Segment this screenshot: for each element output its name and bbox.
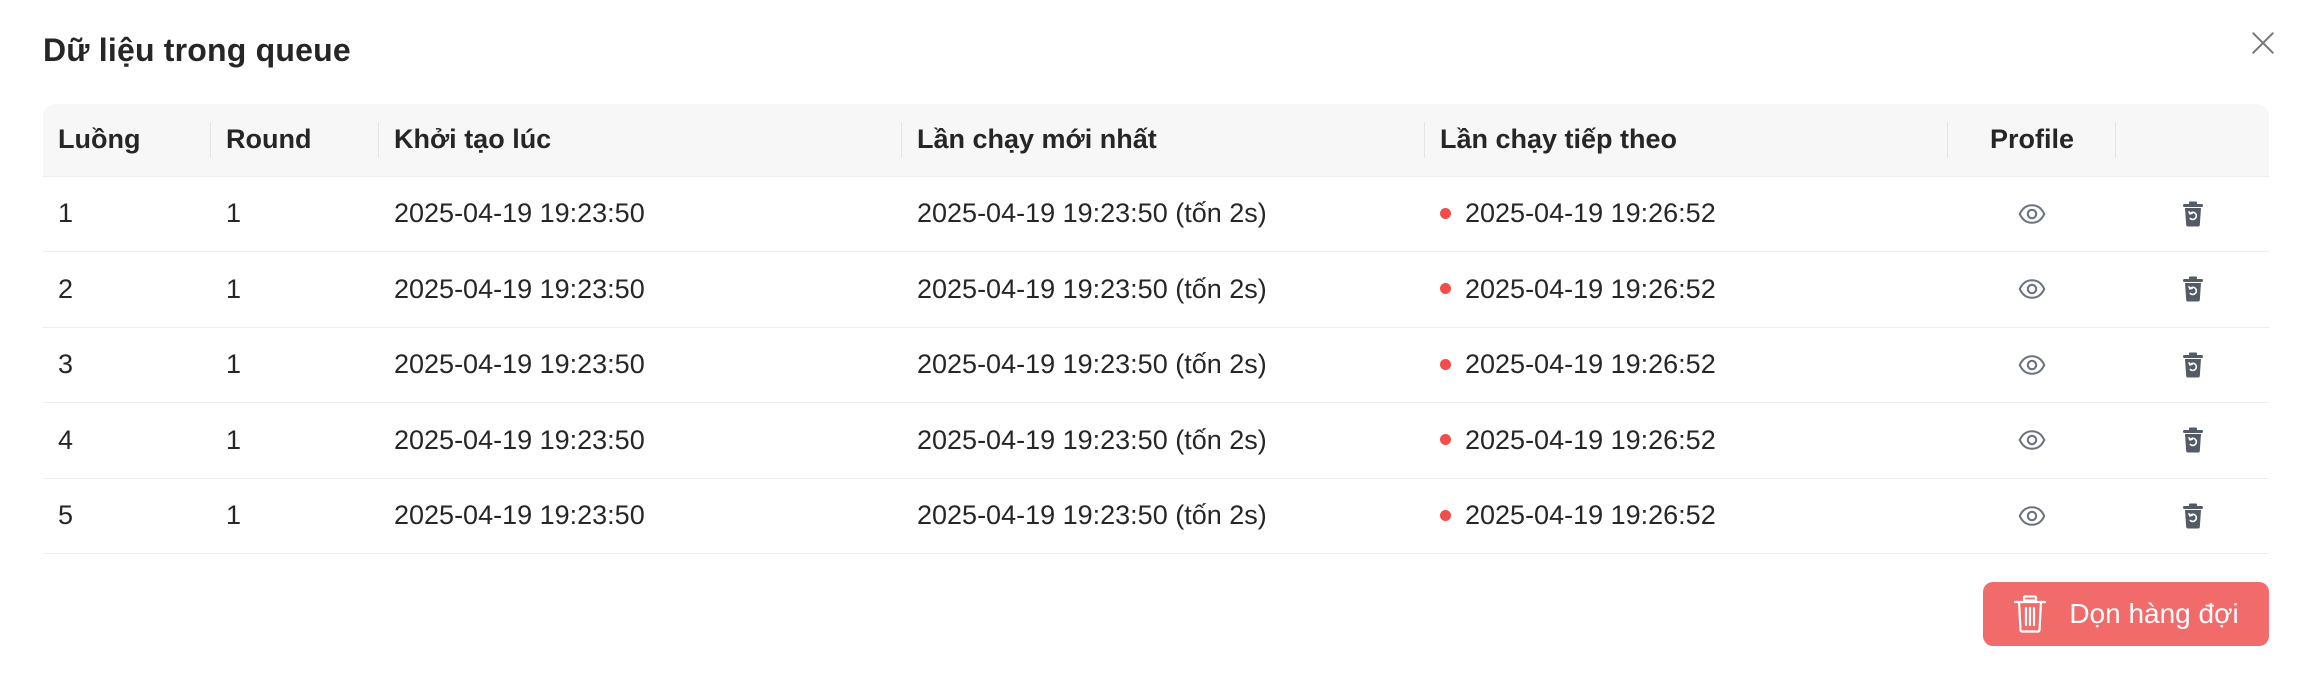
cell-created-at: 2025-04-19 19:23:50 [379, 176, 902, 252]
trash-restore-icon[interactable] [2175, 347, 2211, 383]
cell-thread: 3 [43, 327, 211, 403]
next-run-text: 2025-04-19 19:26:52 [1465, 273, 1716, 304]
cell-next-run: 2025-04-19 19:26:52 [1425, 478, 1948, 554]
close-button[interactable] [2246, 26, 2280, 60]
cell-created-at: 2025-04-19 19:23:50 [379, 478, 902, 554]
cell-thread: 4 [43, 402, 211, 479]
status-dot [1440, 434, 1451, 446]
cell-actions [2116, 251, 2269, 328]
column-header-last-run: Lần chạy mới nhất [902, 104, 1425, 177]
cell-actions [2116, 478, 2269, 554]
cell-actions [2116, 402, 2269, 479]
cell-profile [1948, 176, 2116, 252]
cell-next-run: 2025-04-19 19:26:52 [1425, 402, 1948, 479]
next-run-text: 2025-04-19 19:26:52 [1465, 349, 1716, 380]
cell-last-run: 2025-04-19 19:23:50 (tốn 2s) [902, 327, 1425, 403]
eye-icon[interactable] [2014, 196, 2050, 232]
status-dot [1440, 207, 1451, 219]
cell-profile [1948, 402, 2116, 479]
cell-profile [1948, 327, 2116, 403]
column-header-created-at: Khởi tạo lúc [379, 104, 902, 177]
cell-created-at: 2025-04-19 19:23:50 [379, 327, 902, 403]
trash-restore-icon[interactable] [2175, 498, 2211, 534]
clear-queue-button[interactable]: Dọn hàng đợi [1983, 582, 2269, 646]
table-body: 1 1 2025-04-19 19:23:50 2025-04-19 19:23:50… [43, 176, 2269, 554]
cell-next-run: 2025-04-19 19:26:52 [1425, 327, 1948, 403]
queue-data-modal: Dữ liệu trong queue Luồng Round Khởi tạo… [0, 0, 2304, 676]
eye-icon[interactable] [2014, 347, 2050, 383]
eye-icon[interactable] [2014, 271, 2050, 307]
queue-table: Luồng Round Khởi tạo lúc Lần chạy mới nh… [43, 104, 2269, 554]
modal-title: Dữ liệu trong queue [43, 32, 351, 68]
trash-restore-icon[interactable] [2175, 271, 2211, 307]
cell-profile [1948, 478, 2116, 554]
table-row: 2 1 2025-04-19 19:23:50 2025-04-19 19:23:50… [43, 251, 2269, 328]
cell-created-at: 2025-04-19 19:23:50 [379, 402, 902, 479]
cell-actions [2116, 176, 2269, 252]
trash-restore-icon[interactable] [2175, 422, 2211, 458]
close-icon [2252, 32, 2274, 54]
eye-icon[interactable] [2014, 422, 2050, 458]
next-run-text: 2025-04-19 19:26:52 [1465, 424, 1716, 455]
cell-last-run: 2025-04-19 19:23:50 (tốn 2s) [902, 402, 1425, 479]
queue-table-container: Luồng Round Khởi tạo lúc Lần chạy mới nh… [43, 104, 2269, 554]
cell-next-run: 2025-04-19 19:26:52 [1425, 176, 1948, 252]
cell-round: 1 [211, 176, 379, 252]
cell-next-run: 2025-04-19 19:26:52 [1425, 251, 1948, 328]
cell-actions [2116, 327, 2269, 403]
status-dot [1440, 358, 1451, 370]
column-header-profile: Profile [1948, 104, 2116, 177]
table-header-row: Luồng Round Khởi tạo lúc Lần chạy mới nh… [43, 104, 2269, 177]
cell-thread: 1 [43, 176, 211, 252]
trash-icon [2014, 595, 2047, 633]
cell-last-run: 2025-04-19 19:23:50 (tốn 2s) [902, 251, 1425, 328]
column-header-thread: Luồng [43, 104, 211, 177]
cell-round: 1 [211, 327, 379, 403]
trash-restore-icon[interactable] [2175, 196, 2211, 232]
cell-created-at: 2025-04-19 19:23:50 [379, 251, 902, 328]
table-row: 1 1 2025-04-19 19:23:50 2025-04-19 19:23:50… [43, 176, 2269, 252]
clear-queue-label: Dọn hàng đợi [2069, 598, 2239, 629]
column-header-round: Round [211, 104, 379, 177]
cell-thread: 5 [43, 478, 211, 554]
table-row: 4 1 2025-04-19 19:23:50 2025-04-19 19:23:50… [43, 402, 2269, 479]
cell-round: 1 [211, 402, 379, 479]
cell-profile [1948, 251, 2116, 328]
cell-round: 1 [211, 478, 379, 554]
next-run-text: 2025-04-19 19:26:52 [1465, 198, 1716, 229]
cell-last-run: 2025-04-19 19:23:50 (tốn 2s) [902, 478, 1425, 554]
cell-round: 1 [211, 251, 379, 328]
status-dot [1440, 509, 1451, 521]
cell-thread: 2 [43, 251, 211, 328]
eye-icon[interactable] [2014, 498, 2050, 534]
column-header-actions [2116, 104, 2269, 177]
next-run-text: 2025-04-19 19:26:52 [1465, 500, 1716, 531]
table-row: 5 1 2025-04-19 19:23:50 2025-04-19 19:23:50… [43, 478, 2269, 554]
column-header-next-run: Lần chạy tiếp theo [1425, 104, 1948, 177]
table-row: 3 1 2025-04-19 19:23:50 2025-04-19 19:23:50… [43, 327, 2269, 403]
cell-last-run: 2025-04-19 19:23:50 (tốn 2s) [902, 176, 1425, 252]
status-dot [1440, 283, 1451, 295]
